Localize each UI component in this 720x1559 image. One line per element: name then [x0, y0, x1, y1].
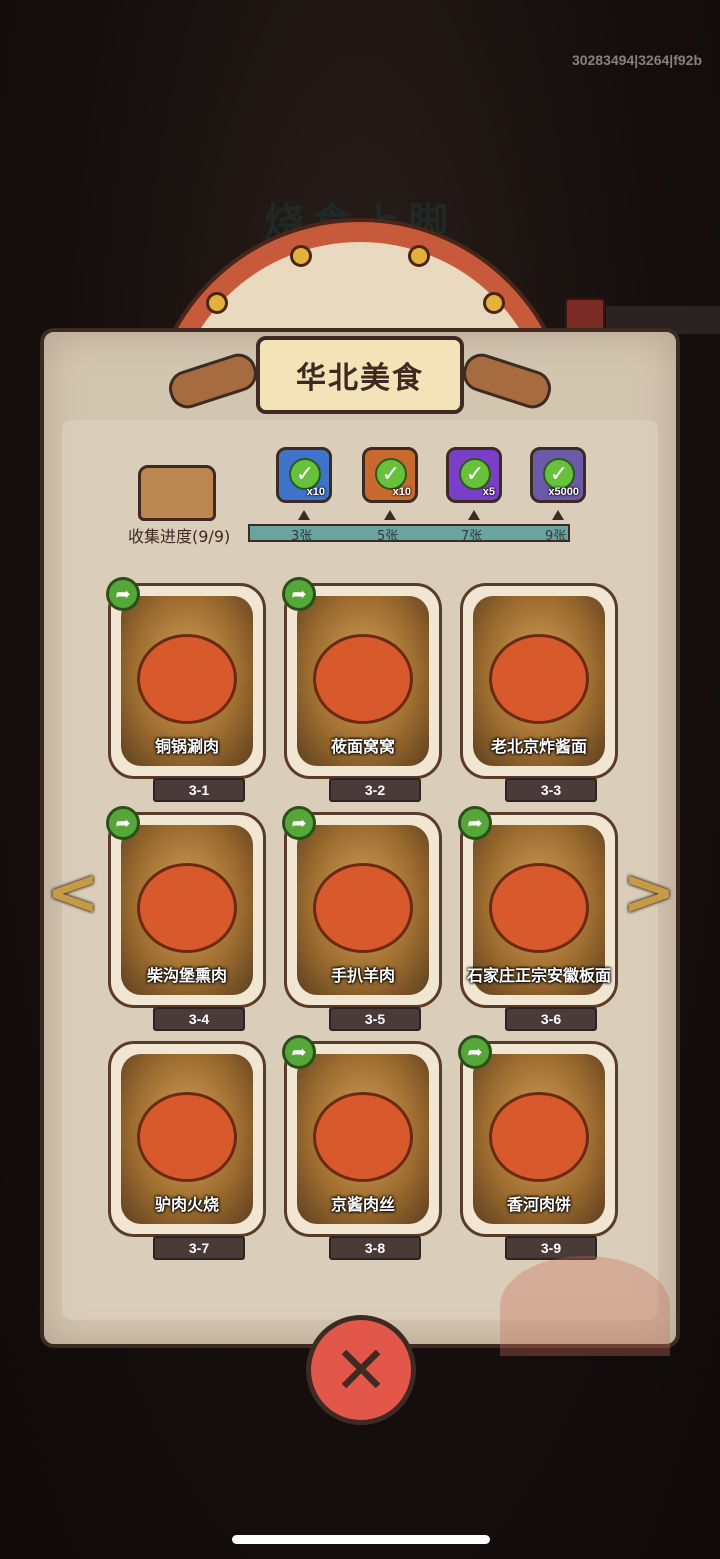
share-icon[interactable]: ➦: [282, 1035, 316, 1069]
dish-image: [313, 863, 413, 953]
share-icon[interactable]: ➦: [106, 577, 140, 611]
dish-card[interactable]: 手扒羊肉: [284, 812, 442, 1008]
dish-card[interactable]: 石家庄正宗安徽板面: [460, 812, 618, 1008]
dish-name: 香河肉饼: [506, 1195, 571, 1214]
milestone-reward-1[interactable]: ✓ x10: [276, 447, 332, 503]
build-id: 30283494|3264|f92b: [571, 52, 702, 68]
milestone-marker: [468, 510, 480, 520]
dish-image: [489, 1092, 589, 1182]
share-icon[interactable]: ➦: [458, 806, 492, 840]
milestone-label: 9张: [545, 529, 567, 544]
dish-name: 京酱肉丝: [330, 1195, 395, 1214]
seal-stamp: [500, 1256, 670, 1356]
knob-decoration: [408, 245, 430, 267]
reward-qty: x5000: [548, 486, 579, 498]
dish-card[interactable]: 柴沟堡熏肉: [108, 812, 266, 1008]
dish-code: 3-3: [505, 778, 597, 802]
share-icon[interactable]: ➦: [282, 577, 316, 611]
milestone-label: 3张: [291, 529, 313, 544]
dish-code: 3-1: [153, 778, 245, 802]
share-icon[interactable]: ➦: [458, 1035, 492, 1069]
milestone-label: 7张: [461, 529, 483, 544]
milestone-reward-3[interactable]: ✓ x5: [446, 447, 502, 503]
dish-name: 铜锅涮肉: [154, 737, 219, 756]
dish-code: 3-2: [329, 778, 421, 802]
dish-code: 3-7: [153, 1236, 245, 1260]
dish-name: 老北京炸酱面: [490, 737, 587, 756]
dish-card[interactable]: 京酱肉丝: [284, 1041, 442, 1237]
milestone-label: 5张: [377, 529, 399, 544]
dish-image: [313, 1092, 413, 1182]
close-button[interactable]: ✕: [306, 1315, 416, 1425]
title-banner: 华北美食: [256, 336, 464, 414]
prev-page-arrow[interactable]: <: [46, 858, 100, 928]
dish-image: [489, 634, 589, 724]
page-title: 华北美食: [296, 361, 424, 396]
dish-code: 3-6: [505, 1007, 597, 1031]
next-page-arrow[interactable]: >: [622, 858, 676, 928]
dish-name: 手扒羊肉: [330, 966, 395, 985]
dish-image: [137, 863, 237, 953]
dish-image: [313, 634, 413, 724]
dish-image: [137, 634, 237, 724]
milestone-reward-4[interactable]: ✓ x5000: [530, 447, 586, 503]
milestone-marker: [552, 510, 564, 520]
album-icon: [138, 465, 216, 521]
milestone-marker: [298, 510, 310, 520]
reward-qty: x10: [306, 486, 325, 498]
dish-name: 驴肉火烧: [154, 1195, 219, 1214]
dish-card[interactable]: 铜锅涮肉: [108, 583, 266, 779]
milestone-reward-2[interactable]: ✓ x10: [362, 447, 418, 503]
knob-decoration: [206, 292, 228, 314]
dish-code: 3-5: [329, 1007, 421, 1031]
reward-qty: x5: [482, 486, 495, 498]
home-indicator[interactable]: [232, 1535, 490, 1544]
milestone-marker: [384, 510, 396, 520]
knob-decoration: [290, 245, 312, 267]
dish-image: [489, 863, 589, 953]
reward-qty: x10: [392, 486, 411, 498]
dish-card[interactable]: 驴肉火烧: [108, 1041, 266, 1237]
dish-card[interactable]: 莜面窝窝: [284, 583, 442, 779]
share-icon[interactable]: ➦: [106, 806, 140, 840]
dish-card[interactable]: 香河肉饼: [460, 1041, 618, 1237]
dish-code: 3-4: [153, 1007, 245, 1031]
knob-decoration: [483, 292, 505, 314]
dish-name: 柴沟堡熏肉: [146, 966, 227, 985]
dish-name: 莜面窝窝: [330, 737, 395, 756]
collection-progress-label: 收集进度(9/9): [128, 527, 231, 546]
dish-name: 石家庄正宗安徽板面: [466, 966, 611, 985]
share-icon[interactable]: ➦: [282, 806, 316, 840]
gift-icon: [565, 298, 605, 332]
dish-code: 3-8: [329, 1236, 421, 1260]
dish-image: [137, 1092, 237, 1182]
dish-card[interactable]: 老北京炸酱面: [460, 583, 618, 779]
